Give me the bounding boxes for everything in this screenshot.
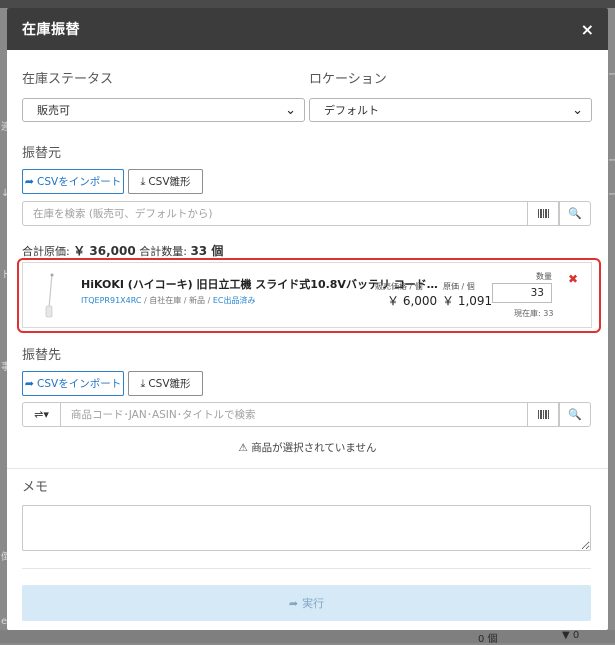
item-meta: ITQEPR91X4RC / 自社在庫 / 新品 / EC出品済み — [81, 295, 255, 306]
destination-search-group: ⇌▾ 商品コード･JAN･ASIN･タイトルで検索 🔍 — [22, 402, 591, 427]
destination-search-input[interactable]: 商品コード･JAN･ASIN･タイトルで検索 — [60, 402, 527, 427]
background-stub: ー — [608, 70, 615, 81]
item-meta-text: / 自社在庫 / 新品 / — [141, 296, 213, 305]
sale-price-value: ￥ 6,000 — [387, 294, 438, 308]
source-csv-import-label: CSVをインポート — [37, 176, 122, 188]
execute-button[interactable]: ➦ 実行 — [22, 585, 591, 621]
source-totals: 合計原価: ￥ 36,000 合計数量: 33 個 — [22, 242, 223, 259]
qty-input[interactable]: 33 — [492, 283, 552, 303]
close-icon[interactable]: × — [581, 20, 594, 39]
remove-item-icon[interactable]: ✖ — [568, 272, 578, 286]
sliders-icon: ⇌▾ — [34, 408, 49, 421]
stock-status-select[interactable]: 販売可 ⌄ — [22, 98, 305, 122]
share-icon: ➦ — [288, 596, 299, 610]
source-csv-import-button[interactable]: ➦ CSVをインポート — [22, 169, 124, 194]
total-cost-label: 合計原価: — [22, 245, 70, 258]
share-icon: ➦ — [24, 175, 35, 188]
cost-label: 原価 / 個 — [443, 282, 475, 291]
destination-csv-import-label: CSVをインポート — [37, 378, 122, 390]
total-qty-label: 合計数量: — [139, 245, 187, 258]
destination-search-button[interactable]: 🔍 — [559, 402, 591, 427]
source-search-button[interactable]: 🔍 — [559, 201, 591, 226]
product-thumbnail — [45, 273, 54, 318]
background-bottom-bar: 0 個 ▼ 0 — [0, 630, 615, 645]
location-select[interactable]: デフォルト ⌄ — [309, 98, 592, 122]
background-stub: ー — [608, 190, 615, 201]
empty-selection-text: 商品が選択されていません — [251, 442, 377, 454]
barcode-scan-button[interactable] — [527, 201, 559, 226]
destination-section-title: 振替先 — [22, 348, 62, 363]
item-ec-status-link[interactable]: EC出品済み — [213, 296, 256, 305]
destination-csv-template-label: CSV雛形 — [148, 378, 191, 390]
item-sku-link[interactable]: ITQEPR91X4RC — [81, 296, 141, 305]
filter-dropdown-button[interactable]: ⇌▾ — [22, 402, 60, 427]
source-item-row: HiKOKI (ハイコーキ) 旧日立工機 スライド式10.8Vバッテリ コード…… — [22, 262, 592, 328]
destination-csv-template-button[interactable]: ⤓ CSV雛形 — [128, 371, 203, 396]
memo-label: メモ — [22, 480, 49, 495]
divider — [22, 568, 591, 569]
source-csv-template-button[interactable]: ⤓ CSV雛形 — [128, 169, 203, 194]
location-label: ロケーション — [309, 72, 387, 87]
chevron-down-icon: ⌄ — [572, 102, 583, 118]
source-search-input[interactable]: 在庫を検索 (販売可、デフォルトから) — [22, 201, 527, 226]
background-stub: ー — [608, 156, 615, 167]
barcode-scan-button[interactable] — [527, 402, 559, 427]
divider — [7, 468, 608, 469]
background-topbar — [0, 0, 615, 8]
barcode-icon — [537, 209, 549, 218]
source-section-title: 振替元 — [22, 146, 62, 161]
search-icon: 🔍 — [568, 408, 582, 421]
location-value: デフォルト — [324, 104, 379, 117]
share-icon: ➦ — [24, 377, 35, 390]
empty-selection-warning: ⚠ 商品が選択されていません — [7, 440, 608, 455]
modal-header: 在庫振替 × — [7, 8, 608, 50]
source-csv-template-label: CSV雛形 — [148, 176, 191, 188]
memo-textarea[interactable] — [22, 505, 591, 551]
search-icon: 🔍 — [568, 207, 582, 220]
stock-status-value: 販売可 — [37, 104, 70, 117]
cost-value: ￥ 1,091 — [442, 294, 493, 308]
execute-label: 実行 — [302, 597, 325, 610]
download-icon: ⤓ — [140, 174, 146, 188]
total-qty-value: 33 個 — [190, 244, 224, 258]
total-cost-value: ￥ 36,000 — [73, 244, 136, 258]
background-count: ▼ 0 — [562, 630, 580, 641]
barcode-icon — [537, 410, 549, 419]
download-icon: ⤓ — [140, 376, 146, 390]
qty-label: 数量 — [536, 272, 552, 281]
stock-status-label: 在庫ステータス — [22, 72, 114, 87]
sale-price-label: 販売価格 / 個 — [375, 282, 423, 291]
destination-csv-import-button[interactable]: ➦ CSVをインポート — [22, 371, 124, 396]
current-stock: 現在庫: 33 — [514, 309, 554, 318]
modal-title: 在庫振替 — [22, 22, 80, 38]
stock-transfer-modal: 在庫振替 × 在庫ステータス ロケーション 販売可 ⌄ デフォルト ⌄ 振替元 … — [7, 8, 608, 630]
chevron-down-icon: ⌄ — [285, 102, 296, 118]
warning-icon: ⚠ — [238, 442, 248, 454]
source-search-group: 在庫を検索 (販売可、デフォルトから) 🔍 — [22, 201, 591, 226]
